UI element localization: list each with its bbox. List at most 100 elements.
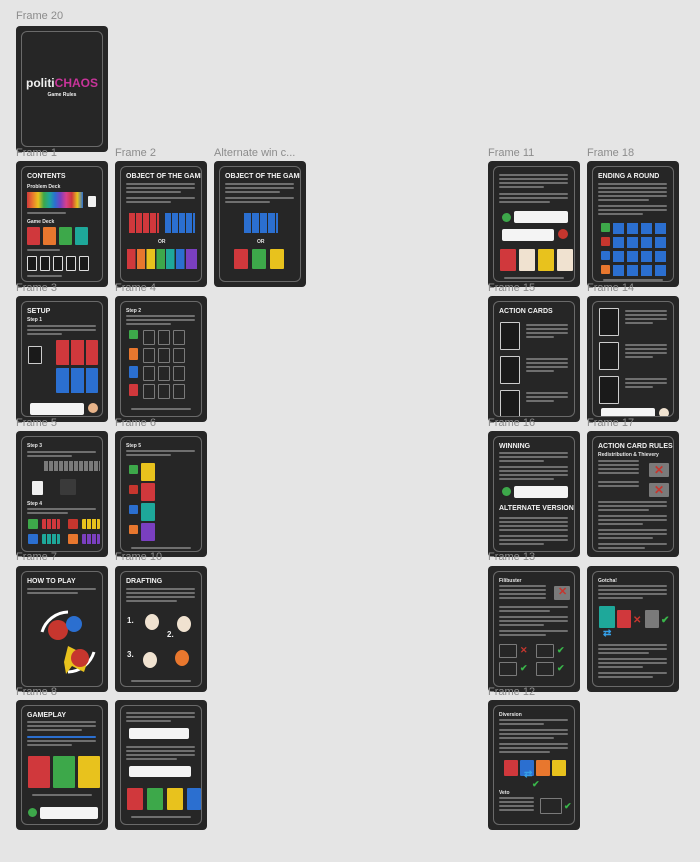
text-line <box>526 332 568 334</box>
frame-step5[interactable]: Step 5 <box>115 431 207 557</box>
check-mark-icon: ✔ <box>520 663 528 673</box>
frame-drafting[interactable]: DRAFTING 1. 2. 3. <box>115 566 207 692</box>
card-border: HOW TO PLAY <box>21 571 103 687</box>
frame-setup-steps[interactable]: Step 3 Step 4 <box>16 431 108 557</box>
card-slot <box>143 348 155 363</box>
frame-label[interactable]: Frame 2 <box>115 147 156 159</box>
card-slot <box>158 330 170 345</box>
frame-label[interactable]: Frame 7 <box>16 551 57 563</box>
frame-label[interactable]: Frame 12 <box>488 686 535 698</box>
frame-action-cards-detail[interactable] <box>587 296 679 422</box>
text-line-link <box>27 736 96 738</box>
game-card <box>27 227 40 245</box>
frame-drafting-continued[interactable] <box>115 700 207 830</box>
card-slot <box>143 384 155 399</box>
frame-object[interactable]: OBJECT OF THE GAME OR <box>115 161 207 287</box>
frame-filibuster[interactable]: Filibuster ✕ ✕ ✔ ✔ ✔ <box>488 566 580 692</box>
text-line <box>499 470 568 472</box>
text-line <box>598 537 653 539</box>
frame-label[interactable]: Alternate win c... <box>214 147 295 159</box>
card-border: Gotcha! ✕ ✔ ⇄ <box>592 571 674 687</box>
frame-label[interactable]: Frame 20 <box>16 10 63 22</box>
frame-contents[interactable]: CONTENTS Problem Deck Game Deck <box>16 161 108 287</box>
text-line <box>598 666 643 668</box>
action-card <box>27 256 37 271</box>
frame-label[interactable]: Frame 15 <box>488 282 535 294</box>
frame-label[interactable]: Frame 1 <box>16 147 57 159</box>
text-line <box>526 400 554 402</box>
text-line <box>625 310 667 312</box>
frame-label[interactable]: Frame 11 <box>488 147 534 159</box>
text-line <box>625 318 667 320</box>
text-line <box>499 521 568 523</box>
frame-label[interactable]: Frame 18 <box>587 147 634 159</box>
text-line <box>625 344 667 346</box>
frame-action-card-rules[interactable]: ACTION CARD RULES Redistribution & Thiev… <box>587 431 679 557</box>
frame-label[interactable]: Frame 8 <box>16 686 57 698</box>
page-title: OBJECT OF THE GAME <box>126 173 202 180</box>
frame-label[interactable]: Frame 4 <box>115 282 156 294</box>
text-line <box>126 201 171 203</box>
text-line <box>499 535 568 537</box>
text-line <box>598 519 667 521</box>
red-cards <box>56 340 98 365</box>
example-box <box>499 644 517 658</box>
speech-bubble <box>40 807 98 819</box>
frame-how-to-play[interactable]: HOW TO PLAY <box>16 566 108 692</box>
frame-gotcha[interactable]: Gotcha! ✕ ✔ ⇄ <box>587 566 679 692</box>
frame-step2[interactable]: Step 2 <box>115 296 207 422</box>
frame-gameplay[interactable]: GAMEPLAY <box>16 700 108 830</box>
text-line <box>27 729 82 731</box>
frame-winning[interactable]: WINNING ALTERNATE VERSION <box>488 431 580 557</box>
design-canvas[interactable]: { "canvas": {"background": "#e5e5e5", "f… <box>0 0 700 862</box>
text-line <box>499 797 534 799</box>
frame-label[interactable]: Frame 10 <box>115 551 162 563</box>
problem-card <box>129 348 138 360</box>
text-line <box>126 712 195 714</box>
text-line <box>27 212 66 214</box>
text-line <box>598 672 667 674</box>
frame-object-alternate[interactable]: OBJECT OF THE GAME OR <box>214 161 306 287</box>
text-line <box>625 322 653 324</box>
section-title: ALTERNATE VERSION <box>499 505 574 512</box>
frame-label[interactable]: Frame 3 <box>16 282 57 294</box>
game-card <box>234 249 248 269</box>
frame-label[interactable]: Frame 16 <box>488 417 535 429</box>
text-line <box>126 315 195 317</box>
text-line <box>499 751 550 753</box>
text-line <box>499 174 568 176</box>
frame-label[interactable]: Frame 13 <box>488 551 535 563</box>
frame-diversion-veto[interactable]: Diversion ⇄ ✔ Veto ✔ <box>488 700 580 830</box>
character-icon <box>129 465 138 474</box>
text-line <box>598 199 649 201</box>
card-border <box>592 301 674 417</box>
text-line <box>598 501 667 503</box>
text-line <box>27 721 96 723</box>
game-card <box>78 756 100 788</box>
frame-action-cards[interactable]: ACTION CARDS <box>488 296 580 422</box>
section-heading: Problem Deck <box>27 184 61 190</box>
frame-label[interactable]: Frame 6 <box>115 417 156 429</box>
character-avatar <box>502 487 511 496</box>
text-line <box>598 472 639 474</box>
text-line <box>27 275 62 277</box>
hand-cards <box>42 519 60 529</box>
frame-setup[interactable]: SETUP Step 1 <box>16 296 108 422</box>
text-line <box>598 183 667 185</box>
text-line <box>27 725 96 727</box>
game-card <box>645 610 659 628</box>
text-line <box>625 348 667 350</box>
character-icon <box>129 505 138 514</box>
character-avatar <box>175 650 189 666</box>
frame-label[interactable]: Frame 5 <box>16 417 57 429</box>
frame-ending-example[interactable] <box>488 161 580 287</box>
frame-cover[interactable]: politiCHAOS Game Rules <box>16 26 108 152</box>
text-line <box>526 392 568 394</box>
caption-line <box>603 279 663 281</box>
frame-label[interactable]: Frame 14 <box>587 282 634 294</box>
text-line <box>499 737 554 739</box>
frame-label[interactable]: Frame 17 <box>587 417 634 429</box>
speech-bubble <box>514 486 568 498</box>
frame-ending-round[interactable]: ENDING A ROUND <box>587 161 679 287</box>
game-card <box>53 756 75 788</box>
